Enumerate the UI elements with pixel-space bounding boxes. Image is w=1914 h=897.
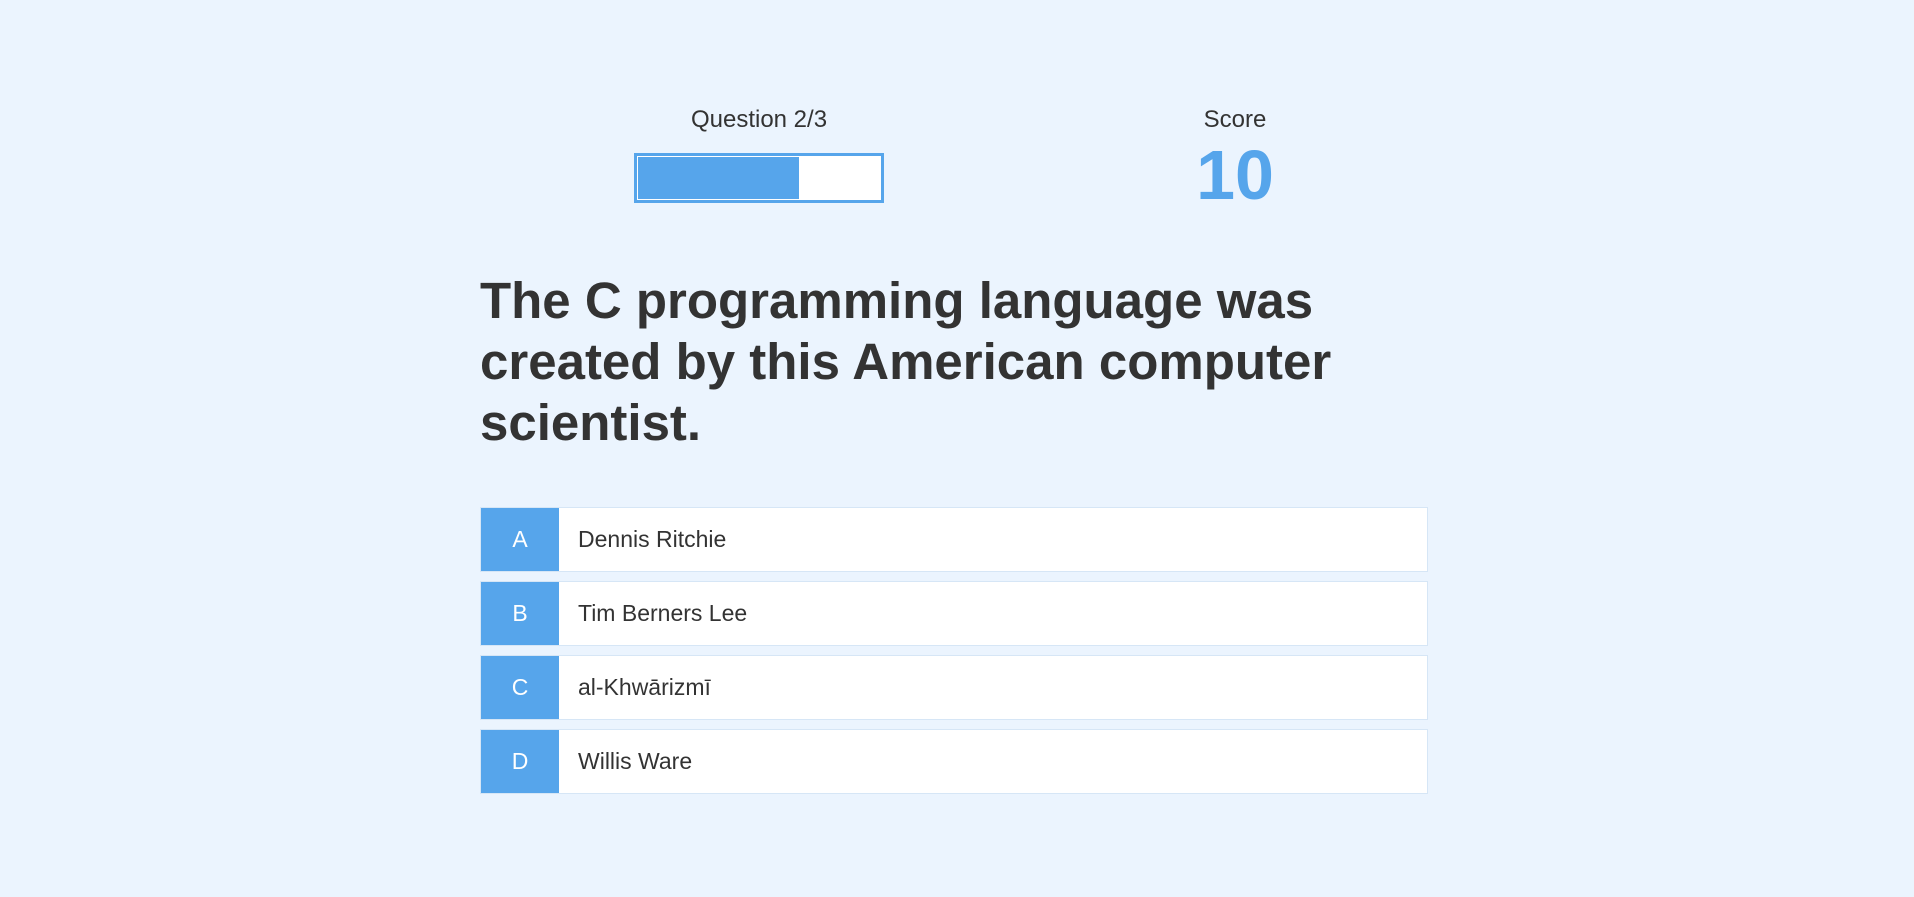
score-value: 10 bbox=[1196, 136, 1274, 214]
choice-prefix: B bbox=[481, 582, 559, 645]
choice-text: Dennis Ritchie bbox=[578, 526, 727, 552]
choice-d[interactable]: D Willis Ware bbox=[480, 729, 1428, 794]
choice-c[interactable]: C al-Khwārizmī bbox=[480, 655, 1428, 720]
choice-text: Tim Berners Lee bbox=[578, 600, 748, 626]
choice-a[interactable]: A Dennis Ritchie bbox=[480, 507, 1428, 572]
choice-prefix: A bbox=[481, 508, 559, 571]
choice-prefix: D bbox=[481, 730, 559, 793]
hud: Question 2/3 Score 10 bbox=[0, 104, 1914, 214]
choice-b[interactable]: B Tim Berners Lee bbox=[480, 581, 1428, 646]
score-section: Score 10 bbox=[1135, 104, 1335, 210]
choice-text: Willis Ware bbox=[578, 748, 693, 774]
score-label: Score bbox=[1203, 106, 1267, 133]
question-text: The C programming language was created b… bbox=[480, 272, 1332, 451]
choice-prefix: C bbox=[481, 656, 559, 719]
choice-text: al-Khwārizmī bbox=[578, 674, 711, 700]
progress-text: Question 2/3 bbox=[690, 106, 828, 133]
progress-section: Question 2/3 bbox=[634, 104, 884, 203]
progress-bar-fill bbox=[638, 157, 800, 199]
choices-list: A Dennis Ritchie B Tim Berners Lee C al-… bbox=[480, 507, 1428, 803]
progress-bar bbox=[634, 153, 884, 203]
